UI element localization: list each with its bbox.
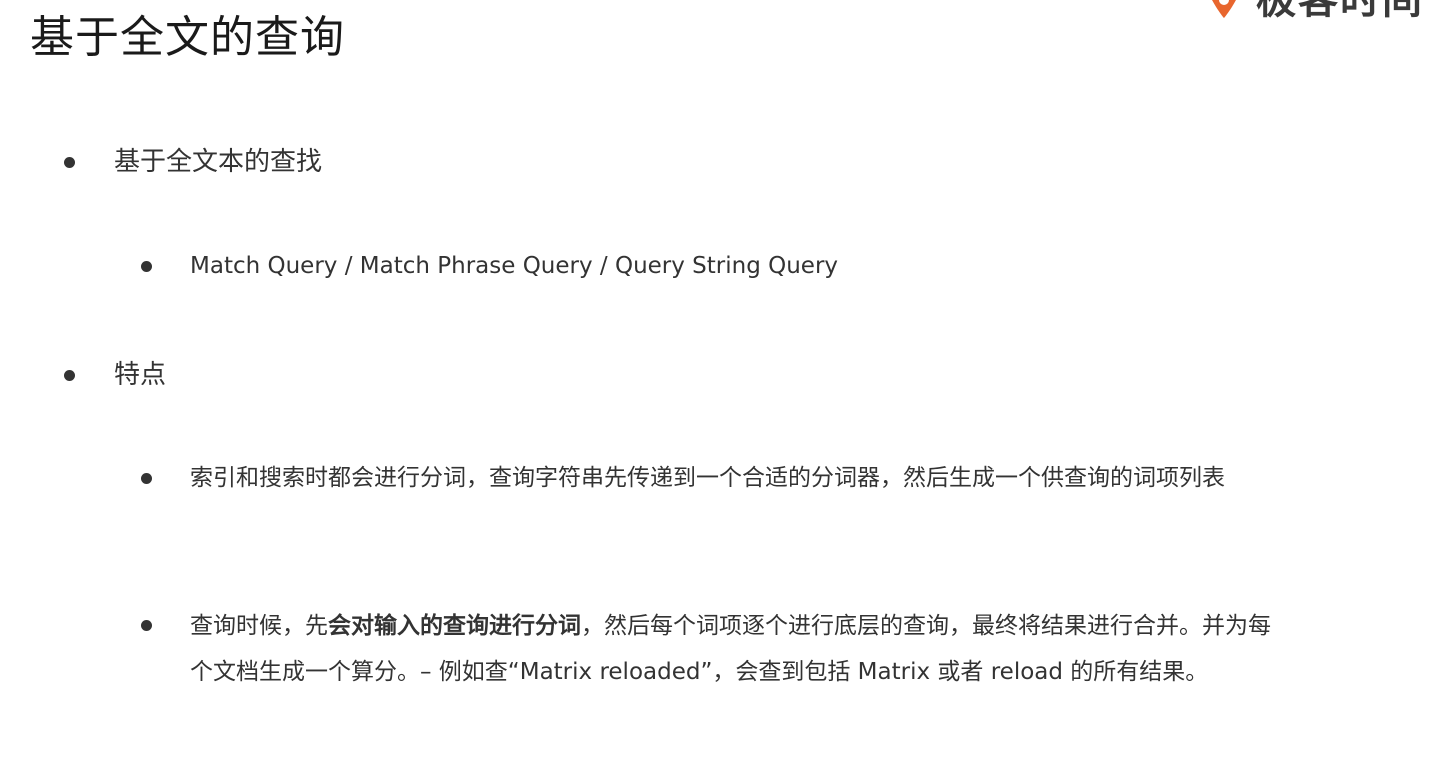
- bullet-icon: [64, 370, 75, 381]
- brand-logo: 极客时间: [1200, 0, 1424, 22]
- list-item-tokenize-description: 索引和搜索时都会进行分词，查询字符串先传递到一个合适的分词器，然后生成一个供查询…: [190, 465, 1225, 491]
- list-item-query-process: 查询时候，先会对输入的查询进行分词，然后每个词项逐个进行底层的查询，最终将结果进…: [190, 603, 1280, 695]
- slide-title: 基于全文的查询: [30, 12, 345, 63]
- geektime-logo-icon: [1212, 0, 1236, 18]
- bullet-icon: [141, 473, 152, 484]
- bullet-icon: [141, 620, 152, 631]
- query-process-emphasis: 会对输入的查询进行分词: [328, 613, 581, 639]
- query-process-text-start: 查询时候，先: [190, 613, 328, 639]
- list-item-query-types: Match Query / Match Phrase Query / Query…: [190, 253, 839, 279]
- section-label-features: 特点: [114, 360, 167, 390]
- logo-text: 极客时间: [1256, 0, 1424, 23]
- bullet-icon: [64, 157, 75, 168]
- section-label-fulltext-search: 基于全文本的查找: [114, 147, 323, 177]
- bullet-icon: [141, 261, 152, 272]
